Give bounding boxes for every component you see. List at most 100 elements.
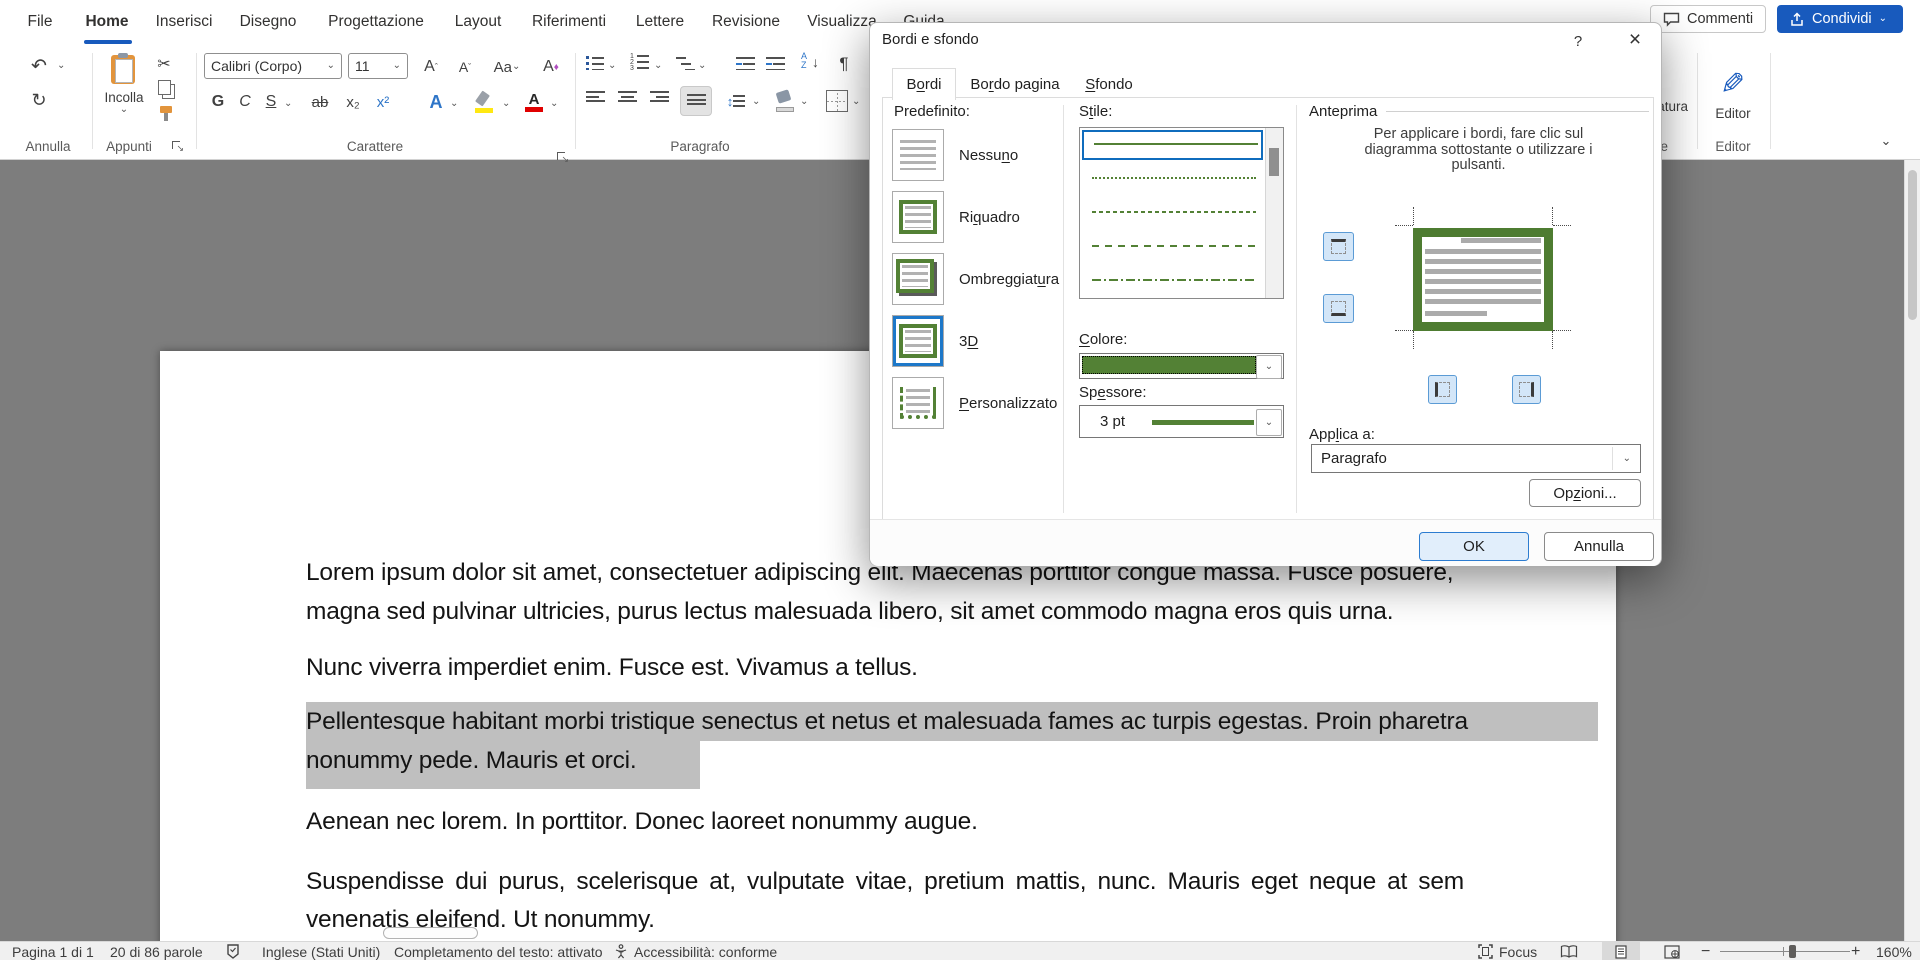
help-button[interactable]: ? [1566,29,1590,53]
print-layout-button[interactable] [1602,942,1640,960]
style-item-dotted[interactable] [1092,177,1256,179]
dialog-tab-bordo-pagina[interactable]: Bordo pagina [960,70,1070,98]
zoom-slider-track[interactable] [1720,951,1850,952]
tab-revisione[interactable]: Revisione [705,0,787,44]
copy-button[interactable] [157,80,177,98]
zoom-out-button[interactable]: − [1701,942,1710,960]
right-border-toggle-button[interactable] [1512,375,1541,404]
share-button[interactable]: Condividi ⌄ [1777,5,1903,33]
preset-3d-button[interactable] [892,315,944,367]
tab-progettazione[interactable]: Progettazione [316,0,436,44]
grow-font-button[interactable]: Aˆ [417,55,445,79]
collapse-ribbon-chevron-icon[interactable]: ⌄ [1876,131,1896,151]
style-item-solid-selected[interactable] [1082,130,1263,160]
language-indicator[interactable]: Inglese (Stati Uniti) [262,942,380,960]
chevron-down-icon[interactable]: ⌄ [752,97,760,107]
format-painter-button[interactable] [157,104,177,122]
chevron-down-icon[interactable]: ⌄ [502,99,510,109]
clear-formatting-button[interactable]: A♦ [536,55,566,79]
preset-riquadro-label[interactable]: Riquadro [959,191,1079,243]
sort-button[interactable]: AZ ↓ [800,52,826,76]
font-size-combo[interactable]: 11 ⌄ [348,53,408,79]
chevron-down-icon[interactable]: ⌄ [284,99,292,109]
cancel-button[interactable]: Annulla [1544,532,1654,561]
change-case-button[interactable]: Aa ⌄ [488,55,526,79]
clipboard-dialog-launcher-icon[interactable] [172,141,183,152]
cut-button[interactable]: ✂ [152,53,176,75]
width-dropdown-arrow-button[interactable]: ⌄ [1256,409,1282,436]
align-right-button[interactable] [650,91,669,105]
tab-layout[interactable]: Layout [448,0,508,44]
strikethrough-button[interactable]: ab [306,89,334,115]
borders-button[interactable] [826,90,848,112]
tab-disegno[interactable]: Disegno [234,0,302,44]
tab-file[interactable]: File [18,0,62,44]
font-name-combo[interactable]: Calibri (Corpo) ⌄ [204,53,342,79]
style-list-scrollbar[interactable] [1265,128,1283,298]
document-line-selected[interactable]: Pellentesque habitant morbi tristique se… [306,702,1598,741]
width-dropdown[interactable]: 3 pt ⌄ [1079,405,1284,438]
bullets-button[interactable] [586,56,605,70]
font-color-button[interactable]: A [522,89,546,115]
style-item-dash[interactable] [1092,245,1256,247]
left-border-toggle-button[interactable] [1428,375,1457,404]
preset-nessuno-button[interactable] [892,129,944,181]
bottom-border-toggle-button[interactable] [1323,294,1354,323]
chevron-down-icon[interactable]: ⌄ [698,61,706,71]
preset-riquadro-button[interactable] [892,191,944,243]
accessibility-status[interactable]: Accessibilità: conforme [634,942,777,960]
horizontal-scrollbar-thumb[interactable] [383,927,478,939]
numbering-button[interactable]: 123 [630,54,652,72]
align-center-button[interactable] [618,91,637,105]
dialog-tab-sfondo[interactable]: Sfondo [1076,70,1142,98]
subscript-button[interactable]: x₂ [340,89,366,115]
preset-personalizzato-button[interactable] [892,377,944,429]
vertical-scrollbar-thumb[interactable] [1908,170,1917,320]
read-mode-button[interactable] [1560,942,1578,960]
italic-button[interactable]: C [234,89,256,115]
preset-personalizzato-label[interactable]: Personalizzato [959,377,1079,429]
bold-button[interactable]: G [206,89,230,115]
preset-ombreggiatura-button[interactable] [892,253,944,305]
document-line[interactable]: magna sed pulvinar ultricies, purus lect… [306,593,1393,630]
color-dropdown[interactable]: ⌄ [1079,353,1284,379]
style-item-dash-small[interactable] [1092,211,1256,213]
zoom-in-button[interactable]: + [1851,942,1860,960]
justify-button[interactable] [680,86,712,116]
ok-button[interactable]: OK [1419,532,1529,561]
document-line-selected[interactable]: nonummy pede. Mauris et orci. [306,741,700,789]
style-list-scrollbar-thumb[interactable] [1269,148,1279,176]
decrease-indent-button[interactable] [736,56,755,70]
options-button[interactable]: Opzioni... [1529,479,1641,507]
increase-indent-button[interactable] [766,56,785,70]
document-line[interactable]: Nunc viverra imperdiet enim. Fusce est. … [306,649,918,686]
chevron-down-icon[interactable]: ⌄ [550,99,558,109]
color-dropdown-arrow-button[interactable]: ⌄ [1256,355,1282,379]
document-line[interactable]: Aenean nec lorem. In porttitor. Donec la… [306,803,978,840]
chevron-down-icon[interactable]: ⌄ [57,61,65,71]
text-completion-indicator[interactable]: Completamento del testo: attivato [394,942,603,960]
apply-to-dropdown[interactable]: Paragrafo ⌄ [1311,444,1641,473]
proofing-icon[interactable] [226,942,240,960]
shading-button[interactable] [774,89,798,113]
chevron-down-icon[interactable]: ⌄ [120,105,128,115]
highlight-color-button[interactable] [472,91,498,115]
chevron-down-icon[interactable]: ⌄ [852,97,860,107]
word-count[interactable]: 20 di 86 parole [110,942,203,960]
align-left-button[interactable] [586,91,605,105]
close-icon[interactable]: × [1622,27,1648,53]
vertical-scrollbar[interactable] [1904,160,1920,941]
pilcrow-button[interactable]: ¶ [834,52,854,76]
tab-home[interactable]: Home [78,0,136,44]
comments-button[interactable]: Commenti [1650,5,1766,33]
tab-riferimenti[interactable]: Riferimenti [523,0,615,44]
paste-button[interactable]: Incolla ⌄ [96,50,152,136]
preset-3d-label[interactable]: 3D [959,315,1079,367]
tab-inserisci[interactable]: Inserisci [148,0,220,44]
underline-button[interactable]: S [260,89,282,115]
chevron-down-icon[interactable]: ⌄ [1879,14,1887,24]
text-effects-button[interactable]: A [424,89,448,115]
document-line[interactable]: Suspendisse dui purus, scelerisque at, v… [306,863,1464,900]
preview-diagram[interactable] [1386,199,1579,358]
chevron-down-icon[interactable]: ⌄ [608,61,616,71]
